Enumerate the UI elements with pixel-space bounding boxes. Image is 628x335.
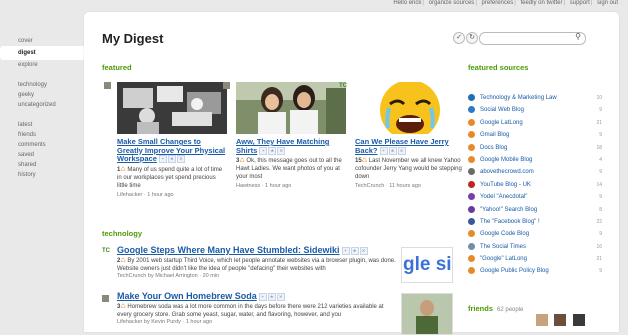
- workspace-photo[interactable]: [117, 82, 227, 134]
- sidebar-item-comments[interactable]: comments: [0, 140, 84, 150]
- sidewiki-thumbnail[interactable]: gle sid: [401, 247, 453, 283]
- source-icon: [468, 217, 475, 225]
- techcrunch-source-icon: TC: [339, 83, 347, 89]
- sidebar-categories: technology geeky uncategorized: [0, 80, 84, 110]
- source-item[interactable]: abovethecrowd.com 9: [468, 168, 610, 180]
- sidebar-lists: latest friends comments saved shared his…: [0, 120, 84, 180]
- page-title: My Digest: [102, 31, 164, 46]
- friends-avatars: [536, 313, 585, 331]
- featured-heading: featured: [102, 63, 132, 72]
- featured-sources-heading: featured sources: [468, 63, 529, 72]
- article-summary: 3♺ Homebrew soda was a lot more common i…: [117, 304, 384, 318]
- organize-sources-link[interactable]: organize sources: [429, 0, 475, 6]
- sidebar-item-shared[interactable]: shared: [0, 160, 84, 170]
- search-input[interactable]: ⚲: [479, 32, 586, 45]
- source-icon: [468, 118, 475, 126]
- source-item[interactable]: Yodel "Anecdotal" 9: [468, 193, 610, 205]
- card-summary: 3♺ Ok, this message goes out to all the …: [236, 158, 342, 180]
- source-icon: [468, 267, 475, 275]
- refresh-icon[interactable]: ↻: [466, 32, 478, 44]
- sidebar-item-explore[interactable]: explore: [0, 60, 84, 70]
- crying-emoji-image[interactable]: [355, 82, 465, 134]
- sidebar-item-latest[interactable]: latest: [0, 120, 84, 130]
- source-icon: [468, 168, 475, 176]
- article-headline[interactable]: Google Steps Where Many Have Stumbled: S…: [117, 245, 397, 255]
- top-bar: Hello erick| organize sources| preferenc…: [393, 0, 618, 6]
- source-item[interactable]: YouTube Blog - UK 14: [468, 180, 610, 193]
- source-icon: [468, 230, 475, 238]
- card-summary: 1♺ Many of us spend quite a lot of time …: [117, 166, 223, 189]
- source-item[interactable]: "Yahoo!" Search Blog 8: [468, 205, 610, 218]
- avatar[interactable]: [536, 314, 548, 326]
- card-meta: Lifehacker · 1 hour ago: [117, 191, 174, 198]
- sign-out-link[interactable]: sign out: [597, 0, 618, 6]
- source-item[interactable]: Google Code Blog 9: [468, 230, 610, 242]
- source-item[interactable]: Google Public Policy Blog 9: [468, 267, 610, 279]
- source-icon: [468, 131, 475, 139]
- sidebar-item-technology[interactable]: technology: [0, 80, 84, 90]
- card-meta: Hawtness · 1 hour ago: [236, 183, 292, 189]
- card-headline[interactable]: Make Small Changes to Greatly Improve Yo…: [117, 137, 227, 164]
- featured-sources-list: Technology & Marketing Law 10 Social Web …: [468, 94, 610, 280]
- source-icon: [468, 143, 475, 151]
- source-icon: [468, 193, 475, 201]
- avatar[interactable]: [572, 314, 585, 326]
- shirts-photo[interactable]: [236, 82, 346, 134]
- sidebar-item-uncategorized[interactable]: uncategorized: [0, 100, 84, 110]
- source-item[interactable]: Social Web Blog 9: [468, 106, 610, 118]
- article-meta: TechCrunch by Michael Arrington · 20 min: [117, 273, 220, 279]
- sidebar-item-history[interactable]: history: [0, 170, 84, 180]
- sidebar-item-cover[interactable]: cover: [0, 36, 84, 46]
- main-panel: My Digest ✓ ↻ ⚲ featured Make Small Chan…: [84, 12, 619, 335]
- sidebar-item-geeky[interactable]: geeky: [0, 90, 84, 100]
- source-icon: [468, 94, 475, 101]
- source-item[interactable]: "Google" LatLong 21: [468, 255, 610, 267]
- support-link[interactable]: support: [570, 0, 590, 6]
- lifehacker-source-icon: [104, 82, 111, 89]
- source-item[interactable]: Google Mobile Blog 4: [468, 155, 610, 168]
- hawtness-source-icon: [223, 82, 230, 89]
- avatar[interactable]: [554, 314, 567, 326]
- friends-heading: friends 62 people: [468, 304, 524, 313]
- techcrunch-source-icon: TC: [102, 248, 110, 254]
- check-icon[interactable]: ✓: [453, 32, 465, 44]
- card-headline[interactable]: Can We Please Have Jerry Back? + ★ ✕: [355, 137, 465, 155]
- list-item: Make Your Own Homebrew Soda + ★ ✕ 3♺ Homebr…: [117, 291, 397, 325]
- lifehacker-source-icon: [102, 295, 109, 302]
- featured-card: TC Can We Please Have Jerry Back? + ★ ✕ 15♺…: [339, 82, 465, 189]
- sidebar-item-friends[interactable]: friends: [0, 130, 84, 140]
- thumbnail-text: gle sid: [403, 254, 452, 275]
- card-headline[interactable]: Aww, They Have Matching Shirts + ★ ✕: [236, 137, 346, 155]
- twitter-link[interactable]: feedly on twitter: [520, 0, 562, 6]
- technology-heading: technology: [102, 229, 143, 238]
- article-summary: 2♺ By 2001 web startup Third Voice, whic…: [117, 258, 396, 272]
- search-icon[interactable]: ⚲: [575, 32, 581, 41]
- soda-thumbnail[interactable]: [401, 293, 453, 335]
- list-item: Google Steps Where Many Have Stumbled: S…: [117, 245, 397, 279]
- sidebar-nav: cover digest explore: [0, 36, 84, 70]
- featured-card: Aww, They Have Matching Shirts + ★ ✕ 3♺ Ok,…: [223, 82, 346, 189]
- card-summary: 15♺ Last November we all knew Yahoo cofo…: [355, 158, 462, 180]
- sidebar: cover digest explore technology geeky un…: [0, 36, 84, 190]
- source-item[interactable]: Google LatLong 21: [468, 118, 610, 131]
- source-icon: [468, 155, 475, 163]
- source-icon: [468, 255, 475, 263]
- preferences-link[interactable]: preferences: [482, 0, 514, 6]
- source-item[interactable]: The "Facebook Blog" ! 22: [468, 217, 610, 230]
- source-icon: [468, 180, 475, 188]
- source-icon: [468, 205, 475, 213]
- sidebar-item-saved[interactable]: saved: [0, 150, 84, 160]
- sidebar-item-digest[interactable]: digest: [0, 46, 84, 60]
- article-meta: Lifehacker by Kevin Purdy · 1 hour ago: [117, 319, 213, 325]
- source-item[interactable]: The Social Times 16: [468, 242, 610, 255]
- source-icon: [468, 106, 475, 114]
- source-item[interactable]: Gmail Blog 9: [468, 131, 610, 143]
- source-item[interactable]: Technology & Marketing Law 10: [468, 94, 610, 106]
- source-icon: [468, 242, 475, 250]
- source-item[interactable]: Docs Blog 18: [468, 143, 610, 156]
- card-meta: TechCrunch · 11 hours ago: [355, 183, 421, 189]
- greeting: Hello erick: [393, 0, 422, 6]
- article-headline[interactable]: Make Your Own Homebrew Soda + ★ ✕: [117, 291, 397, 301]
- featured-card: Make Small Changes to Greatly Improve Yo…: [104, 82, 227, 198]
